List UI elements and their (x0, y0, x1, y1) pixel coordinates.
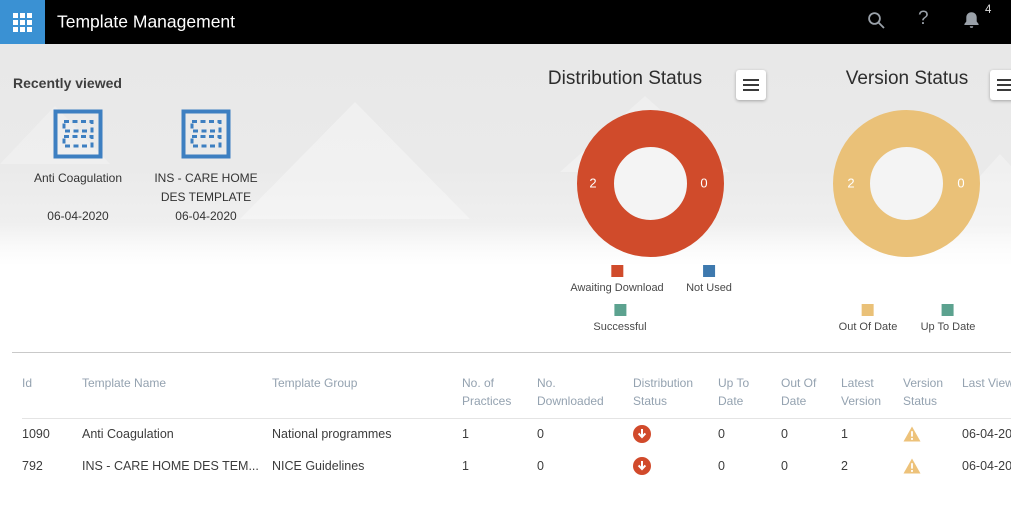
cell-id: 1090 (22, 418, 82, 450)
help-button[interactable]: ? (918, 9, 929, 28)
legend-swatch (614, 304, 626, 316)
donut-value-label: 0 (700, 176, 707, 191)
template-card-name: INS - CARE HOME DES TEMPLATE (141, 169, 271, 206)
column-header-last-viewed[interactable]: Last Viewed (962, 352, 1011, 418)
legend-swatch (703, 265, 715, 277)
app-header: Template Management ? 4 (0, 0, 1011, 44)
cell-distribution-status (633, 418, 718, 450)
legend-label: Successful (593, 321, 646, 333)
bell-icon (961, 10, 982, 31)
cell-version-status (903, 418, 962, 450)
template-management-app: Template Management ? 4 Recently viewed (0, 0, 1011, 512)
template-icon (181, 109, 231, 159)
hamburger-icon (997, 79, 1011, 81)
legend-label: Up To Date (921, 321, 976, 333)
cell-latest-version: 1 (841, 418, 903, 450)
column-header-template-name[interactable]: Template Name (82, 352, 272, 418)
cell-template-name: INS - CARE HOME DES TEM... (82, 450, 272, 482)
dashboard-area: Recently viewed Anti Coagulation 06-04-2… (0, 44, 1011, 352)
cell-up-to-date: 0 (718, 418, 781, 450)
download-icon (633, 457, 651, 475)
column-header-distribution-status[interactable]: Distribution Status (633, 352, 718, 418)
table-row[interactable]: 792 INS - CARE HOME DES TEM... NICE Guid… (22, 450, 1011, 482)
legend-label: Awaiting Download (570, 282, 663, 294)
cell-template-group: NICE Guidelines (272, 450, 462, 482)
column-header-no-downloaded[interactable]: No. Downloaded (537, 352, 633, 418)
column-header-latest-version[interactable]: Latest Version (841, 352, 903, 418)
chart-menu-button[interactable] (736, 70, 766, 100)
legend-item: Out Of Date (839, 304, 898, 333)
legend-item: Awaiting Download (570, 265, 663, 294)
cell-out-of-date: 0 (781, 450, 841, 482)
divider (12, 352, 1011, 353)
notification-badge: 4 (985, 4, 991, 16)
legend-item: Not Used (686, 265, 732, 294)
legend-label: Not Used (686, 282, 732, 294)
version-status-chart-title: Version Status (846, 68, 969, 90)
cell-id: 792 (22, 450, 82, 482)
search-button[interactable] (867, 11, 886, 30)
templates-table: Id Template Name Template Group No. of P… (22, 352, 1011, 482)
column-header-out-of-date[interactable]: Out Of Date (781, 352, 841, 418)
cell-no-of-practices: 1 (462, 418, 537, 450)
legend-item: Successful (593, 304, 646, 333)
legend-swatch (942, 304, 954, 316)
legend-swatch (862, 304, 874, 316)
page-title: Template Management (57, 12, 235, 33)
warning-icon (903, 458, 921, 474)
help-icon: ? (918, 8, 929, 29)
cell-no-downloaded: 0 (537, 418, 633, 450)
chart-menu-button[interactable] (990, 70, 1011, 100)
cell-version-status (903, 450, 962, 482)
template-card-date: 06-04-2020 (8, 209, 148, 223)
distribution-status-chart-title: Distribution Status (548, 68, 702, 90)
cell-latest-version: 2 (841, 450, 903, 482)
column-header-version-status[interactable]: Version Status (903, 352, 962, 418)
donut-value-label: 2 (847, 176, 854, 191)
column-header-no-of-practices[interactable]: No. of Practices (462, 352, 537, 418)
column-header-up-to-date[interactable]: Up To Date (718, 352, 781, 418)
table-row[interactable]: 1090 Anti Coagulation National programme… (22, 418, 1011, 450)
cell-last-viewed: 06-04-2020 (962, 418, 1011, 450)
templates-table-area: Id Template Name Template Group No. of P… (0, 352, 1011, 512)
cell-distribution-status (633, 450, 718, 482)
cell-out-of-date: 0 (781, 418, 841, 450)
legend-swatch (611, 265, 623, 277)
hamburger-icon (743, 79, 759, 81)
notifications-button[interactable] (961, 10, 982, 31)
grid-icon (13, 13, 32, 32)
cell-no-downloaded: 0 (537, 450, 633, 482)
donut-value-label: 2 (589, 176, 596, 191)
download-icon (633, 425, 651, 443)
app-launcher-button[interactable] (0, 0, 45, 44)
column-header-template-group[interactable]: Template Group (272, 352, 462, 418)
template-icon (53, 109, 103, 159)
template-card-name: Anti Coagulation (8, 169, 148, 206)
recent-template-card[interactable]: INS - CARE HOME DES TEMPLATE 06-04-2020 (141, 109, 271, 223)
cell-up-to-date: 0 (718, 450, 781, 482)
cell-template-group: National programmes (272, 418, 462, 450)
search-icon (867, 11, 886, 30)
cell-last-viewed: 06-04-2020 (962, 450, 1011, 482)
recently-viewed-heading: Recently viewed (13, 75, 122, 91)
cell-template-name: Anti Coagulation (82, 418, 272, 450)
table-header-row: Id Template Name Template Group No. of P… (22, 352, 1011, 418)
cell-no-of-practices: 1 (462, 450, 537, 482)
legend-item: Up To Date (921, 304, 976, 333)
column-header-id[interactable]: Id (22, 352, 82, 418)
legend-label: Out Of Date (839, 321, 898, 333)
recent-template-card[interactable]: Anti Coagulation 06-04-2020 (8, 109, 148, 223)
donut-value-label: 0 (957, 176, 964, 191)
template-card-date: 06-04-2020 (141, 209, 271, 223)
warning-icon (903, 426, 921, 442)
